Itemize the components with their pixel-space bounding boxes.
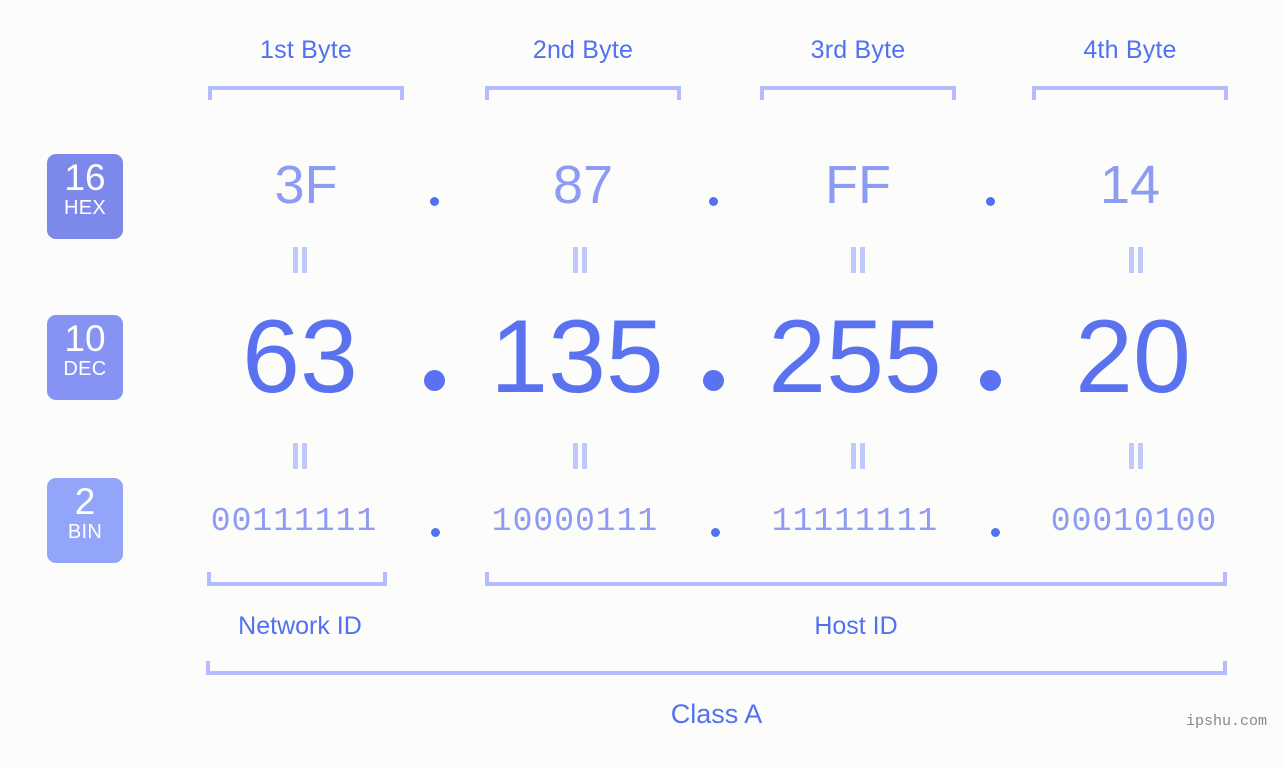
byte-header-2: 2nd Byte bbox=[532, 36, 634, 64]
base-badge-bin: 2 BIN bbox=[47, 478, 123, 563]
hex-octet-3: FF bbox=[825, 155, 891, 215]
base-badge-dec: 10 DEC bbox=[47, 315, 123, 400]
equals-mark-dec-bin-4 bbox=[1128, 443, 1144, 469]
base-badge-bin-radix: 2 bbox=[74, 481, 96, 522]
dec-separator-dot-1 bbox=[424, 370, 445, 391]
dec-separator-dot-3 bbox=[980, 370, 1001, 391]
bin-separator-dot-2 bbox=[711, 528, 720, 537]
hex-separator-dot-2 bbox=[709, 197, 718, 206]
bin-separator-dot-3 bbox=[991, 528, 1000, 537]
network-id-bracket bbox=[207, 572, 387, 586]
byte-bracket-1 bbox=[208, 86, 404, 100]
equals-mark-hex-dec-2 bbox=[572, 247, 588, 273]
byte-header-3: 3rd Byte bbox=[810, 36, 906, 64]
byte-header-4: 4th Byte bbox=[1083, 36, 1177, 64]
equals-mark-hex-dec-1 bbox=[292, 247, 308, 273]
hex-separator-dot-1 bbox=[430, 197, 439, 206]
bin-separator-dot-1 bbox=[431, 528, 440, 537]
hex-separator-dot-3 bbox=[986, 197, 995, 206]
dec-octet-1: 63 bbox=[242, 299, 358, 415]
equals-mark-dec-bin-2 bbox=[572, 443, 588, 469]
bin-octet-3: 11111111 bbox=[771, 503, 939, 540]
equals-mark-dec-bin-3 bbox=[850, 443, 866, 469]
dec-octet-2: 135 bbox=[490, 299, 664, 415]
base-badge-dec-abbr: DEC bbox=[63, 358, 107, 380]
hex-octet-1: 3F bbox=[274, 155, 338, 215]
host-id-bracket bbox=[485, 572, 1227, 586]
hex-octet-4: 14 bbox=[1099, 155, 1161, 215]
host-id-label: Host ID bbox=[814, 612, 898, 640]
watermark: ipshu.com bbox=[1185, 713, 1267, 730]
ip-breakdown-diagram: 1st Byte 2nd Byte 3rd Byte 4th Byte 16 H… bbox=[0, 0, 1285, 767]
bin-octet-2: 10000111 bbox=[491, 503, 659, 540]
byte-header-1: 1st Byte bbox=[260, 36, 352, 64]
dec-octet-3: 255 bbox=[768, 299, 942, 415]
hex-octet-2: 87 bbox=[552, 155, 614, 215]
class-label: Class A bbox=[670, 699, 763, 729]
base-badge-hex: 16 HEX bbox=[47, 154, 123, 239]
equals-mark-hex-dec-3 bbox=[850, 247, 866, 273]
network-id-label: Network ID bbox=[238, 612, 362, 640]
class-bracket bbox=[206, 661, 1227, 675]
equals-mark-dec-bin-1 bbox=[292, 443, 308, 469]
byte-bracket-4 bbox=[1032, 86, 1228, 100]
byte-bracket-2 bbox=[485, 86, 681, 100]
base-badge-dec-radix: 10 bbox=[64, 318, 106, 359]
base-badge-hex-abbr: HEX bbox=[63, 197, 107, 219]
base-badge-hex-radix: 16 bbox=[64, 157, 106, 198]
bin-octet-4: 00010100 bbox=[1050, 503, 1218, 540]
bin-octet-1: 00111111 bbox=[210, 503, 378, 540]
dec-separator-dot-2 bbox=[703, 370, 724, 391]
equals-mark-hex-dec-4 bbox=[1128, 247, 1144, 273]
byte-bracket-3 bbox=[760, 86, 956, 100]
base-badge-bin-abbr: BIN bbox=[67, 521, 103, 543]
dec-octet-4: 20 bbox=[1075, 299, 1191, 415]
